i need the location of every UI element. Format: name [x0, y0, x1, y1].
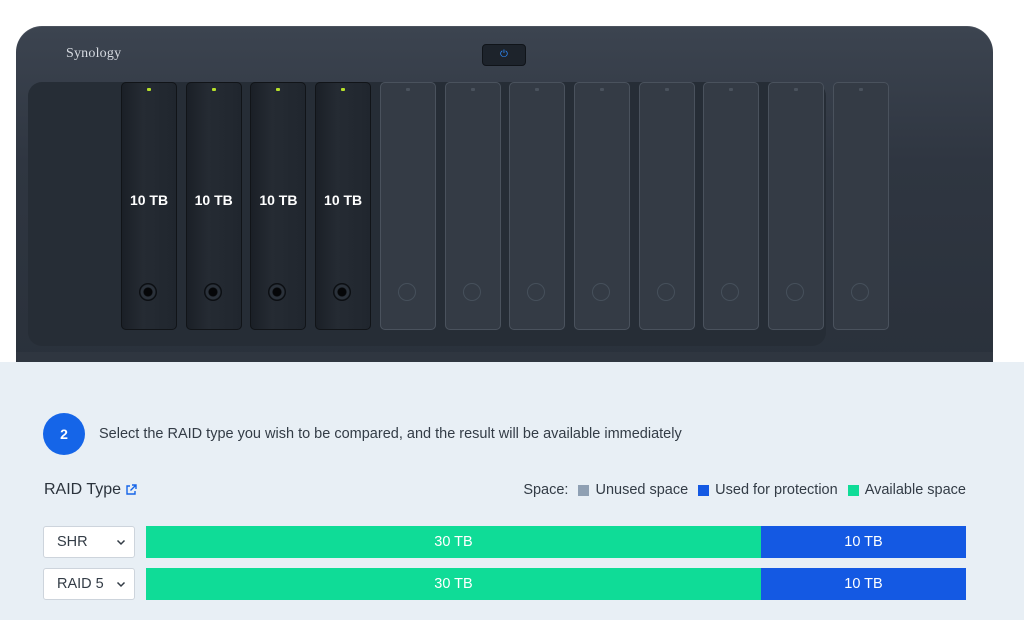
capacity-bar: 30 TB 10 TB	[146, 526, 966, 558]
status-led	[147, 88, 151, 91]
drive-bay-empty[interactable]	[638, 82, 695, 330]
raid-type-select[interactable]: SHR	[43, 526, 135, 558]
nas-device: Synology ⏻ 10 TB 10 TB 10 TB 10 TB	[16, 26, 993, 366]
raid-type-select[interactable]: RAID 5	[43, 568, 135, 600]
status-led	[535, 88, 540, 91]
bar-segment-available: 30 TB	[146, 568, 761, 600]
raid-comparison-panel: 2 Select the RAID type you wish to be co…	[0, 362, 1024, 620]
bar-segment-available: 30 TB	[146, 526, 761, 558]
drive-bay-empty[interactable]	[444, 82, 501, 330]
tray-lock-icon	[203, 283, 222, 301]
raid-row-raid5: RAID 5 30 TB 10 TB	[43, 568, 966, 602]
tray-lock-icon	[592, 283, 610, 301]
status-led	[858, 88, 863, 91]
status-led	[599, 88, 604, 91]
status-led	[470, 88, 475, 91]
chevron-down-icon	[116, 539, 126, 546]
legend-label-unused: Unused space	[595, 482, 689, 498]
legend-label-protection: Used for protection	[715, 482, 838, 498]
legend-swatch-available	[847, 484, 859, 496]
raid-type-value: RAID 5	[57, 576, 104, 592]
drive-bay-installed[interactable]: 10 TB	[315, 82, 372, 330]
step-badge: 2	[43, 413, 85, 455]
tray-lock-icon	[463, 283, 481, 301]
step-instruction: Select the RAID type you wish to be comp…	[99, 426, 682, 442]
power-icon: ⏻	[500, 49, 508, 60]
status-led	[405, 88, 410, 91]
status-led	[211, 88, 216, 91]
status-led	[729, 88, 734, 91]
tray-lock-icon	[851, 283, 869, 301]
chevron-down-icon	[116, 581, 126, 588]
brand-logo: Synology	[66, 46, 122, 61]
capacity-bar: 30 TB 10 TB	[146, 568, 966, 600]
tray-lock-icon	[398, 283, 416, 301]
bar-segment-protection: 10 TB	[761, 568, 966, 600]
tray-lock-icon	[527, 283, 545, 301]
legend-title: Space:	[523, 482, 569, 498]
drive-bay-empty[interactable]	[768, 82, 824, 330]
drive-capacity-label: 10 TB	[324, 192, 363, 208]
status-led	[664, 88, 669, 91]
tray-lock-icon	[333, 283, 352, 301]
tray-lock-icon	[268, 283, 287, 301]
drive-capacity-label: 10 TB	[194, 192, 233, 208]
drive-bay-empty[interactable]	[379, 82, 436, 330]
drive-bay-empty[interactable]	[703, 82, 760, 330]
power-button[interactable]: ⏻	[482, 44, 526, 66]
legend-swatch-unused	[578, 484, 590, 496]
space-legend: Space: Unused space Used for protection …	[523, 482, 966, 498]
status-led	[276, 88, 281, 91]
drive-bay-empty[interactable]	[832, 82, 889, 330]
raid-type-label: RAID Type	[44, 481, 122, 498]
tray-lock-icon	[139, 283, 157, 301]
drive-bay-empty[interactable]	[573, 82, 630, 330]
drive-capacity-label: 10 TB	[259, 192, 298, 208]
raid-row-shr: SHR 30 TB 10 TB	[43, 526, 966, 560]
drive-bay-empty[interactable]	[509, 82, 566, 330]
drive-bay-installed[interactable]: 10 TB	[121, 82, 177, 330]
drive-bay-installed[interactable]: 10 TB	[250, 82, 307, 330]
status-led	[794, 88, 798, 91]
raid-type-value: SHR	[57, 534, 88, 550]
legend-label-available: Available space	[864, 482, 966, 498]
external-link-icon[interactable]	[125, 484, 137, 496]
status-led	[341, 88, 346, 91]
tray-lock-icon	[721, 283, 739, 301]
drive-bay-installed[interactable]: 10 TB	[185, 82, 242, 330]
drive-capacity-label: 10 TB	[129, 192, 169, 208]
tray-lock-icon	[786, 283, 804, 301]
tray-lock-icon	[657, 283, 675, 301]
legend-swatch-protection	[698, 484, 710, 496]
raid-type-heading[interactable]: RAID Type	[44, 481, 137, 499]
bar-segment-protection: 10 TB	[761, 526, 966, 558]
